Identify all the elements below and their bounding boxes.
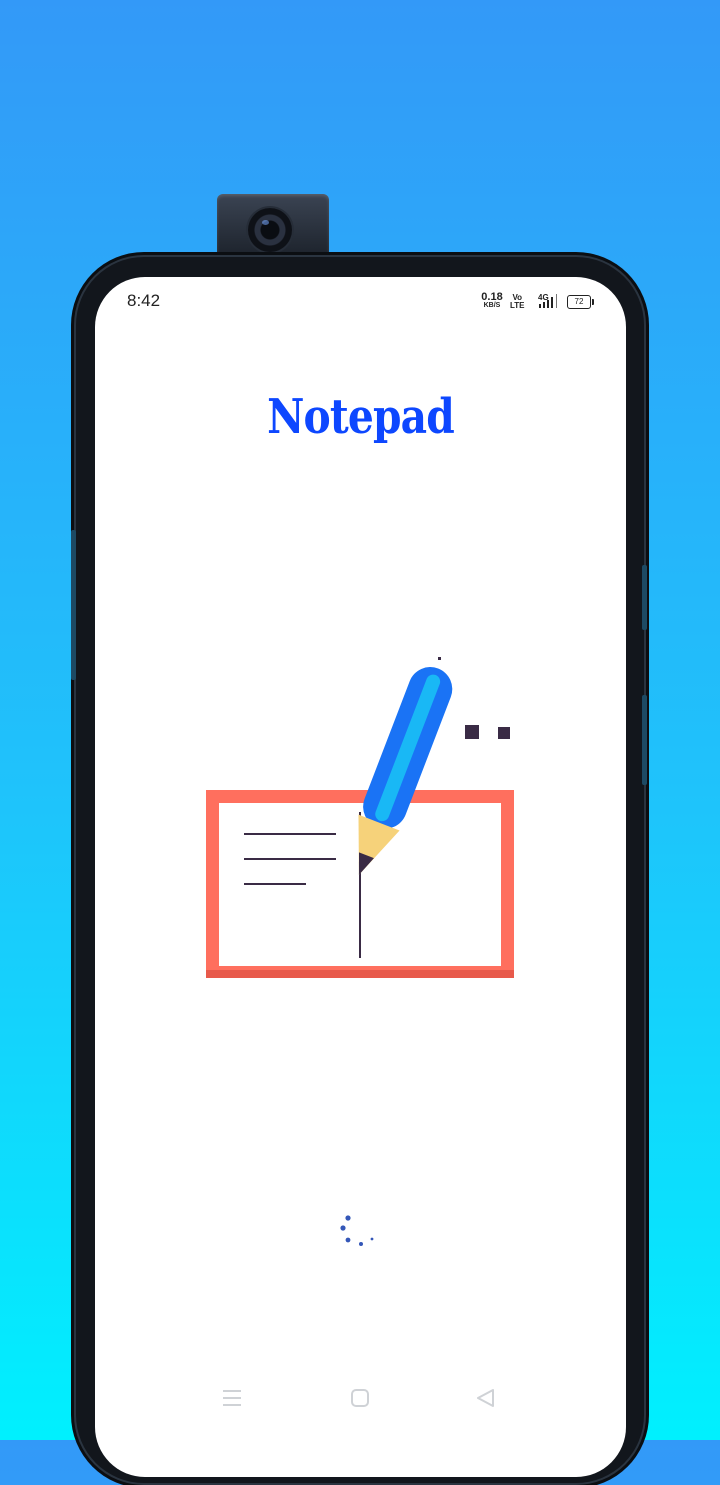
signal-bars-icon: 4G xyxy=(538,293,557,308)
loading-spinner-icon xyxy=(340,1215,374,1246)
power-button xyxy=(642,695,647,785)
app-title: Notepad xyxy=(267,389,455,445)
app-screen: 8:42 0.18 KB/S Vo LTE 4G 72 Notepad xyxy=(95,277,626,1477)
network-speed: 0.18 KB/S xyxy=(480,291,504,310)
volte-bottom: LTE xyxy=(510,301,525,310)
decor-square-large xyxy=(465,725,479,739)
decor-square-small xyxy=(498,727,510,739)
popup-camera xyxy=(217,194,329,258)
status-bar: 8:42 0.18 KB/S Vo LTE 4G 72 xyxy=(95,277,626,325)
battery-icon: 72 xyxy=(567,295,594,309)
board-shadow xyxy=(206,970,514,978)
navigation-bar xyxy=(95,1387,626,1427)
network-speed-unit: KB/S xyxy=(483,302,501,309)
camera-lens-icon xyxy=(248,208,292,252)
home-square-icon[interactable] xyxy=(349,1387,371,1409)
volte-indicator: Vo LTE xyxy=(510,294,525,310)
notepad-illustration xyxy=(206,657,514,978)
volume-button xyxy=(71,530,76,680)
menu-icon[interactable] xyxy=(221,1387,243,1407)
side-button xyxy=(642,565,647,630)
decor-dot xyxy=(438,657,441,660)
status-time: 8:42 xyxy=(127,291,161,310)
back-triangle-icon[interactable] xyxy=(475,1387,497,1409)
network-speed-value: 0.18 xyxy=(481,291,503,303)
